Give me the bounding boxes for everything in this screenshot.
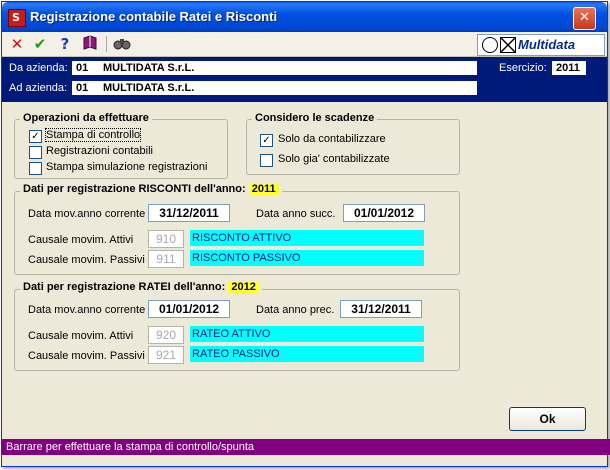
ratei-title-text: Dati per registrazione RATEI dell'anno: (23, 281, 226, 293)
ratei-passivi-code[interactable]: 921 (148, 346, 184, 364)
risconti-title-text: Dati per registrazione RISCONTI dell'ann… (23, 183, 246, 195)
risconti-data-succ-input[interactable]: 01/01/2012 (343, 204, 425, 222)
stampa-simulazione-label[interactable]: Stampa simulazione registrazioni (46, 161, 207, 173)
ratei-data-mov-label: Data mov.anno corrente (28, 304, 146, 316)
risconti-data-mov-label: Data mov.anno corrente (28, 208, 146, 220)
ratei-passivi-desc: RATEO PASSIVO (190, 346, 424, 362)
binoculars-icon[interactable] (112, 34, 132, 54)
risconti-passivi-code[interactable]: 911 (148, 250, 184, 268)
company-band: Da azienda: 01 MULTIDATA S.r.L. Esercizi… (2, 57, 607, 102)
title-bar[interactable]: S Registrazione contabile Ratei e Riscon… (2, 2, 607, 32)
ratei-attivi-label: Causale movim. Attivi (28, 330, 134, 342)
confirm-icon[interactable]: ✔ (30, 34, 50, 54)
stampa-controllo-label[interactable]: Stampa di controllo (44, 128, 142, 142)
stampa-simulazione-checkbox[interactable] (29, 162, 42, 175)
risconti-attivi-label: Causale movim. Attivi (28, 234, 134, 246)
risconti-attivi-desc: RISCONTO ATTIVO (190, 230, 424, 246)
window-bottom (2, 455, 607, 466)
cross-box-icon (500, 37, 516, 53)
solo-da-contabilizzare-label[interactable]: Solo da contabilizzare (278, 133, 386, 145)
ratei-attivi-code[interactable]: 920 (148, 326, 184, 344)
main-window: S Registrazione contabile Ratei e Riscon… (1, 1, 610, 467)
risconti-year: 2011 (248, 183, 279, 195)
da-azienda-code[interactable]: 01 (72, 61, 99, 75)
book-icon[interactable] (80, 34, 100, 54)
risconti-data-mov-input[interactable]: 31/12/2011 (148, 204, 230, 222)
registrazioni-contabili-label[interactable]: Registrazioni contabili (46, 145, 153, 157)
ratei-data-mov-input[interactable]: 01/01/2012 (148, 300, 230, 318)
solo-contabilizzate-label[interactable]: Solo gia' contabilizzate (278, 153, 390, 165)
esercizio-value[interactable]: 2011 (552, 61, 586, 75)
risconti-passivi-desc: RISCONTO PASSIVO (190, 250, 424, 266)
toolbar-separator (106, 36, 107, 52)
ratei-title: Dati per registrazione RATEI dell'anno: … (20, 281, 262, 293)
solo-da-contabilizzare-checkbox[interactable]: ✓ (260, 134, 273, 147)
ratei-data-prec-label: Data anno prec. (256, 304, 335, 316)
risconti-data-succ-label: Data anno succ. (256, 208, 336, 220)
esercizio-label: Esercizio: (499, 62, 547, 74)
ratei-passivi-label: Causale movim. Passivi (28, 350, 145, 362)
ad-azienda-code[interactable]: 01 (72, 81, 99, 95)
help-icon[interactable]: ? (55, 34, 75, 54)
risconti-title: Dati per registrazione RISCONTI dell'ann… (20, 183, 282, 195)
ad-azienda-label: Ad azienda: (9, 82, 68, 94)
registrazioni-contabili-checkbox[interactable] (29, 146, 42, 159)
circle-icon (482, 37, 498, 53)
app-icon: S (8, 9, 26, 27)
close-button[interactable]: ✕ (573, 7, 596, 30)
ad-azienda-name[interactable]: MULTIDATA S.r.L. (99, 81, 477, 95)
stampa-controllo-checkbox[interactable]: ✓ (29, 130, 42, 143)
operazioni-title: Operazioni da effettuare (20, 112, 152, 124)
toolbar: ✕ ✔ ? Multidata (2, 32, 607, 57)
window-title: Registrazione contabile Ratei e Risconti (30, 9, 278, 24)
ok-button[interactable]: Ok (509, 407, 586, 431)
da-azienda-label: Da azienda: (9, 62, 68, 74)
scadenze-group (246, 119, 460, 175)
ratei-year: 2012 (228, 281, 259, 293)
risconti-attivi-code[interactable]: 910 (148, 230, 184, 248)
ratei-attivi-desc: RATEO ATTIVO (190, 326, 424, 342)
brand-text: Multidata (518, 37, 576, 52)
status-bar: Barrare per effettuare la stampa di cont… (2, 439, 610, 455)
cancel-icon[interactable]: ✕ (7, 34, 27, 54)
da-azienda-name[interactable]: MULTIDATA S.r.L. (99, 61, 477, 75)
brand-logo: Multidata (477, 34, 605, 56)
ratei-data-prec-input[interactable]: 31/12/2011 (340, 300, 422, 318)
solo-contabilizzate-checkbox[interactable] (260, 154, 273, 167)
scadenze-title: Considero le scadenze (252, 112, 378, 124)
risconti-passivi-label: Causale movim. Passivi (28, 254, 145, 266)
